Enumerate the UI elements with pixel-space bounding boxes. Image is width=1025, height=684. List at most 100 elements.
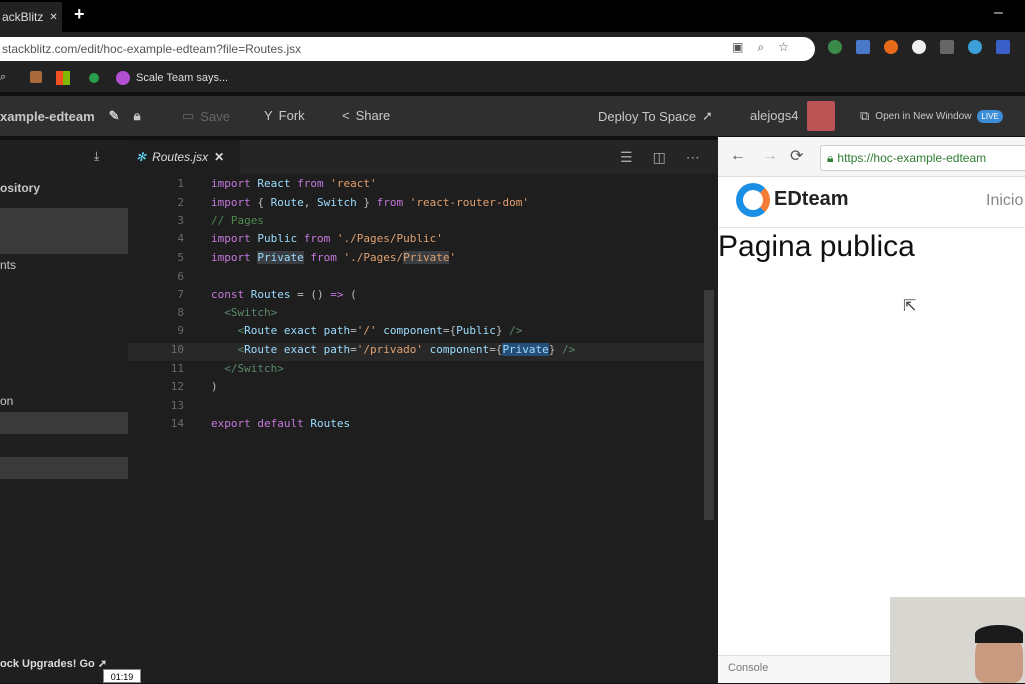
sidebar-item-option[interactable]: on — [0, 394, 13, 408]
bookmark-scale-team[interactable]: Scale Team says... — [116, 71, 228, 85]
back-icon[interactable]: ← — [730, 147, 746, 165]
line-number: 8 — [177, 306, 184, 319]
code-text: export default Routes — [211, 417, 351, 430]
address-bar[interactable]: stackblitz.com/edit/hoc-example-edteam?f… — [0, 37, 815, 61]
line-number: 7 — [177, 288, 184, 301]
extension-icon[interactable] — [856, 40, 870, 54]
extension-icon[interactable] — [996, 40, 1010, 54]
code-line: 12) — [128, 380, 708, 398]
site-brand[interactable]: EDteam — [774, 188, 848, 211]
save-button[interactable]: ▭ Save — [182, 108, 230, 124]
code-text: import React from 'react' — [211, 177, 377, 190]
more-icon[interactable]: ⋯ — [686, 149, 700, 166]
extension-icons — [828, 40, 1010, 54]
code-text: <Route exact path='/privado' component={… — [237, 343, 576, 356]
preview-url-bar[interactable]: 🔒︎ https://hoc-example-edteam — [820, 145, 1025, 171]
rocket-icon: ➚ — [702, 108, 713, 123]
sidebar-item-dependents[interactable]: nts — [0, 258, 16, 272]
upgrade-label: ock Upgrades! Go — [0, 658, 95, 670]
fork-icon: Y — [264, 108, 273, 123]
open-new-window-button[interactable]: ⧉ Open in New Window LIVE — [860, 108, 1003, 124]
sidebar-item-repository[interactable]: ository — [0, 181, 40, 195]
tab-routes-jsx[interactable]: ✻ Routes.jsx ✕ — [128, 140, 240, 174]
cursor-icon: ⇱ — [903, 298, 917, 315]
code-text: ) — [211, 380, 218, 393]
live-badge: LIVE — [977, 109, 1003, 123]
translate-icon[interactable]: ▣ — [732, 40, 743, 55]
close-icon[interactable]: ✕ — [214, 150, 224, 164]
sidebar-highlight — [0, 208, 128, 254]
editor-scrollbar[interactable] — [704, 290, 714, 520]
code-line: 14 export default Routes — [128, 417, 708, 435]
open-window-label: Open in New Window — [875, 110, 972, 122]
browser-tab[interactable]: ackBlitz ✕ — [0, 2, 62, 32]
reload-icon[interactable]: ⟳ — [790, 146, 803, 166]
code-line: 3 // Pages — [128, 214, 708, 232]
share-icon: < — [342, 108, 350, 123]
code-line: 5 import Private from './Pages/Private' — [128, 251, 708, 269]
bookmark-icon[interactable] — [30, 71, 42, 83]
scale-team-icon — [116, 71, 130, 85]
save-label: Save — [200, 108, 230, 124]
upgrade-banner[interactable]: ock Upgrades! Go ➚ — [0, 657, 107, 670]
extension-icon[interactable] — [912, 40, 926, 54]
line-number: 12 — [170, 380, 184, 393]
code-line: 2 import { Route, Switch } from 'react-ro… — [128, 196, 708, 214]
new-window-icon: ⧉ — [860, 108, 870, 123]
line-number: 9 — [177, 324, 184, 337]
deploy-label: Deploy To Space — [598, 108, 697, 124]
new-tab-button[interactable]: + — [74, 4, 85, 25]
bookmark-label: Scale Team says... — [136, 72, 229, 84]
extension-icon[interactable] — [828, 40, 842, 54]
bookmarks-bar: ⌕ Scale Team says... — [0, 64, 1025, 92]
window-minimize-button[interactable]: – — [994, 4, 1003, 22]
edteam-logo-icon[interactable] — [736, 183, 770, 217]
sidebar-highlight — [0, 412, 128, 434]
nav-link-inicio[interactable]: Inicio — [986, 192, 1023, 210]
editor-actions: ☰ ◫ ⋯ — [620, 149, 700, 166]
project-name-label: xample-edteam — [0, 108, 95, 124]
share-button[interactable]: < Share — [342, 108, 390, 123]
user-menu[interactable]: alejogs4 — [750, 108, 798, 123]
fork-button[interactable]: Y Fork — [264, 108, 305, 123]
console-tab[interactable]: Console — [718, 655, 893, 683]
extension-icon[interactable] — [968, 40, 982, 54]
code-text: const Routes = () => ( — [211, 288, 357, 301]
tab-title: ackBlitz — [2, 10, 44, 24]
extension-icon[interactable] — [884, 40, 898, 54]
bookmark-icon[interactable] — [89, 73, 99, 83]
star-icon[interactable]: ☆ — [778, 40, 789, 55]
avatar[interactable] — [807, 101, 835, 131]
save-icon: ▭ — [182, 108, 195, 123]
line-number: 1 — [177, 177, 184, 190]
react-icon: ✻ — [136, 150, 147, 164]
lock-icon: 🔒︎ — [827, 150, 834, 165]
microsoft-icon[interactable] — [56, 71, 70, 85]
line-number: 13 — [170, 399, 184, 412]
tab-close-icon[interactable]: ✕ — [49, 12, 57, 23]
shield-icon[interactable] — [940, 40, 954, 54]
split-icon[interactable]: ◫ — [653, 149, 666, 166]
forward-icon[interactable]: → — [762, 147, 778, 165]
format-icon[interactable]: ☰ — [620, 149, 633, 166]
address-icons: ▣ ⌕ ☆ — [732, 40, 789, 55]
pencil-icon[interactable]: ✎ — [109, 108, 120, 124]
project-name[interactable]: xample-edteam ✎ 🔒︎ — [0, 108, 140, 124]
code-line: 9 <Route exact path='/' component={Publi… — [128, 324, 708, 342]
line-number: 5 — [177, 251, 184, 264]
code-line: 8 <Switch> — [128, 306, 708, 324]
line-number: 11 — [170, 362, 184, 375]
zoom-icon[interactable]: ⌕ — [757, 40, 764, 55]
preview-url-text: https://hoc-example-edteam — [837, 151, 987, 165]
sidebar-highlight — [0, 457, 128, 479]
stackblitz-header: xample-edteam ✎ 🔒︎ ▭ Save Y Fork < Share… — [0, 96, 1025, 136]
deploy-button[interactable]: Deploy To Space ➚ — [598, 108, 713, 124]
search-icon[interactable]: ⌕ — [0, 71, 6, 84]
line-number: 14 — [170, 417, 184, 430]
lock-icon[interactable]: 🔒︎ — [134, 108, 141, 124]
line-number: 3 — [177, 214, 184, 227]
url-text: stackblitz.com/edit/hoc-example-edteam?f… — [2, 42, 302, 56]
fork-label: Fork — [278, 108, 305, 123]
download-icon[interactable]: ⤓ — [94, 149, 99, 164]
